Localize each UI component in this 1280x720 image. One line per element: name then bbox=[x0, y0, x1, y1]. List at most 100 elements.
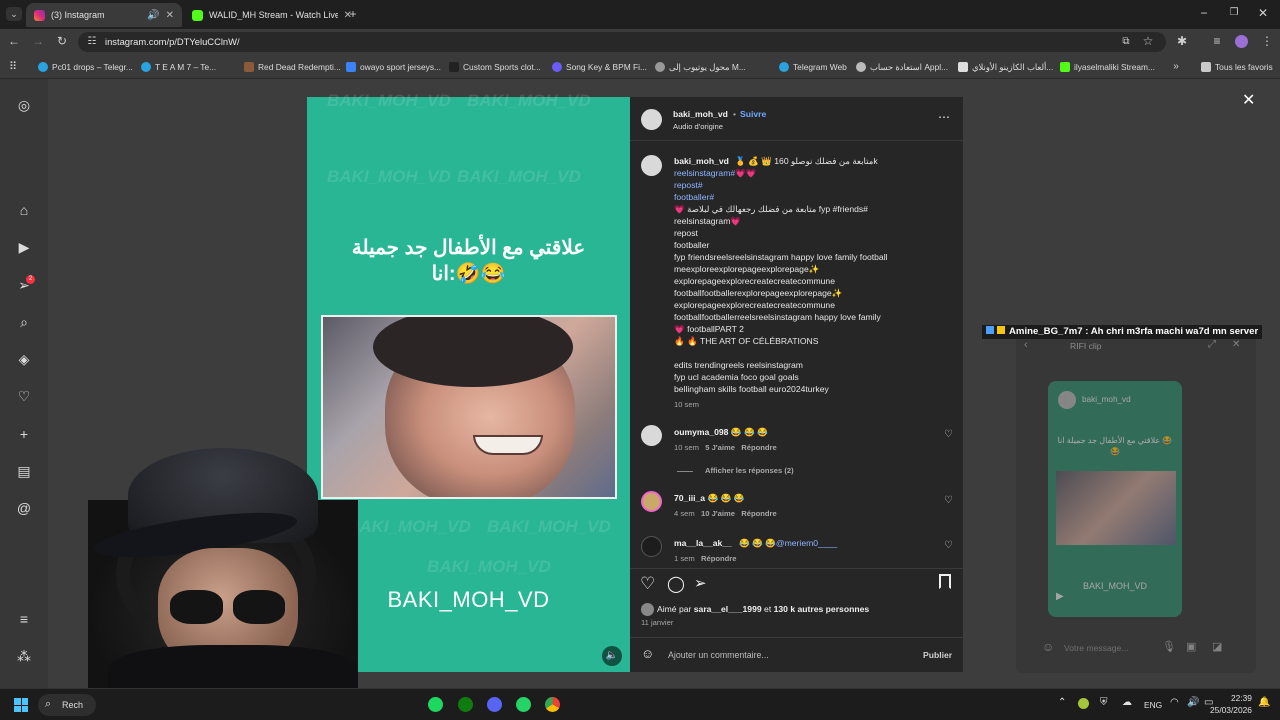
bookmark-item[interactable]: T E A M 7 – Te... bbox=[141, 60, 216, 74]
bookmark-item[interactable]: ألعاب الكازينو الأونلاي... bbox=[958, 60, 1053, 74]
home-icon[interactable]: ⌂ bbox=[15, 201, 33, 219]
comment-like-heart-icon[interactable]: ♡ bbox=[944, 495, 953, 506]
apps-grid-icon[interactable]: ⠿ bbox=[5, 60, 21, 74]
install-app-icon[interactable]: ⧉ bbox=[1118, 35, 1134, 49]
commenter-avatar[interactable] bbox=[641, 491, 662, 512]
shared-reel-card[interactable]: baki_moh_vd علاقتي مع الأطفال جد جميلة ا… bbox=[1048, 381, 1182, 617]
chat-close-icon[interactable]: ✕ bbox=[1232, 339, 1240, 350]
caption-line[interactable]: repost# bbox=[674, 179, 959, 191]
xbox-icon[interactable] bbox=[458, 697, 473, 712]
caption-line[interactable]: reelsinstagram#💗💗 bbox=[674, 167, 959, 179]
wifi-icon[interactable]: ◠ bbox=[1170, 697, 1179, 708]
tab-kick-stream[interactable]: WALID_MH Stream - Watch Live ✕ bbox=[184, 3, 360, 27]
liked-by-user[interactable]: sara__el___1999 bbox=[694, 604, 762, 614]
taskbar-search[interactable]: ⌕ Rech bbox=[38, 694, 96, 716]
follow-button[interactable]: Suivre bbox=[740, 108, 766, 120]
discord-icon[interactable] bbox=[487, 697, 502, 712]
shared-reel-play-icon[interactable]: ▶ bbox=[1056, 591, 1064, 602]
reply-link[interactable]: Répondre bbox=[701, 554, 736, 563]
more-menu-icon[interactable]: ≡ bbox=[15, 610, 33, 628]
reply-link[interactable]: Répondre bbox=[741, 509, 776, 518]
notification-center-icon[interactable]: 🔔 bbox=[1258, 697, 1270, 708]
reload-icon[interactable]: ↻ bbox=[54, 34, 70, 48]
window-close-icon[interactable]: ✕ bbox=[1255, 6, 1271, 20]
publish-button[interactable]: Publier bbox=[923, 649, 952, 661]
like-heart-icon[interactable]: ♡ bbox=[640, 574, 655, 594]
tab-audio-icon[interactable]: 🔊 bbox=[147, 10, 159, 21]
likes-count[interactable]: 130 k autres personnes bbox=[774, 604, 870, 614]
bookmark-item[interactable]: Telegram Web bbox=[779, 60, 847, 74]
comment-like-heart-icon[interactable]: ♡ bbox=[944, 540, 953, 551]
author-username[interactable]: baki_moh_vd bbox=[673, 108, 728, 120]
back-arrow-icon[interactable]: ← bbox=[6, 34, 22, 48]
commenter-avatar[interactable] bbox=[641, 536, 662, 557]
clock-time[interactable]: 22:39 bbox=[1231, 693, 1252, 703]
spotify-icon[interactable] bbox=[428, 697, 443, 712]
comment-like-heart-icon[interactable]: ♡ bbox=[944, 429, 953, 440]
media-controls-icon[interactable]: ≡ bbox=[1209, 34, 1225, 48]
explore-compass-icon[interactable]: ◈ bbox=[15, 350, 33, 368]
instagram-logo-icon[interactable]: ◎ bbox=[15, 96, 33, 114]
more-options-icon[interactable]: ⋯ bbox=[938, 111, 950, 123]
chat-emoji-icon[interactable]: ☺ bbox=[1042, 640, 1054, 654]
mute-toggle-icon[interactable]: 🔈 bbox=[602, 646, 622, 666]
author-avatar[interactable] bbox=[641, 109, 662, 130]
bookmark-item[interactable]: Pc01 drops – Telegr... bbox=[38, 60, 133, 74]
bookmark-item[interactable]: ilyaselmaliki Stream... bbox=[1060, 60, 1155, 74]
commenter-username[interactable]: 70_iii_a bbox=[674, 493, 705, 503]
more-bookmarks-chevron-icon[interactable]: » bbox=[1168, 60, 1184, 74]
tab-list-icon[interactable]: ⌄ bbox=[6, 7, 22, 21]
clock-date[interactable]: 25/03/2026 bbox=[1210, 705, 1252, 715]
bookmark-star-icon[interactable]: ☆ bbox=[1140, 34, 1156, 48]
search-icon[interactable]: ⌕ bbox=[15, 313, 33, 331]
caption-line[interactable]: footballer# bbox=[674, 191, 959, 203]
comment-likes[interactable]: 10 J'aime bbox=[701, 509, 735, 518]
comment-mention[interactable]: @meriem0____ bbox=[776, 538, 837, 548]
caption-author[interactable]: baki_moh_vd bbox=[674, 155, 729, 167]
comment-bubble-icon[interactable]: ◯ bbox=[667, 574, 685, 594]
commenter-username[interactable]: oumyma_098 bbox=[674, 427, 728, 437]
audio-label[interactable]: Audio d'origine bbox=[673, 121, 723, 133]
comment-input[interactable]: Ajouter un commentaire... bbox=[668, 649, 769, 661]
chat-image-icon[interactable]: ▣ bbox=[1186, 640, 1196, 653]
also-from-meta-icon[interactable]: ⁂ bbox=[15, 647, 33, 665]
chat-sticker-icon[interactable]: ◪ bbox=[1212, 640, 1222, 653]
tray-cloud-icon[interactable]: ☁ bbox=[1122, 697, 1132, 708]
caption-author-avatar[interactable] bbox=[641, 155, 662, 176]
tab-instagram[interactable]: (3) Instagram 🔊 ✕ bbox=[26, 3, 182, 27]
chat-expand-icon[interactable]: ⤢ bbox=[1208, 339, 1216, 350]
bookmark-item[interactable]: Song Key & BPM Fi... bbox=[552, 60, 647, 74]
bookmark-item[interactable]: owayo sport jerseys... bbox=[346, 60, 441, 74]
chrome-icon[interactable] bbox=[545, 697, 560, 712]
tray-overflow-chevron-icon[interactable]: ⌃ bbox=[1058, 697, 1066, 708]
whatsapp-icon[interactable] bbox=[516, 697, 531, 712]
create-plus-icon[interactable]: + bbox=[15, 425, 33, 443]
show-replies-link[interactable]: Afficher les réponses (2) bbox=[677, 465, 794, 477]
language-indicator[interactable]: ENG bbox=[1144, 700, 1162, 710]
threads-icon[interactable]: @ bbox=[15, 499, 33, 517]
minimize-icon[interactable]: − bbox=[1196, 6, 1212, 20]
bookmark-item[interactable]: Custom Sports clot... bbox=[449, 60, 541, 74]
extensions-puzzle-icon[interactable]: ✱ bbox=[1174, 34, 1190, 48]
profile-avatar[interactable] bbox=[1235, 35, 1248, 48]
forward-arrow-icon[interactable]: → bbox=[30, 34, 46, 48]
commenter-username[interactable]: ma__la__ak__ bbox=[674, 538, 732, 548]
close-modal-icon[interactable]: ✕ bbox=[1242, 90, 1255, 110]
chat-back-icon[interactable]: ‹ bbox=[1024, 339, 1028, 351]
dashboard-icon[interactable]: ▤ bbox=[15, 462, 33, 480]
all-bookmarks[interactable]: Tous les favoris bbox=[1201, 60, 1273, 74]
volume-icon[interactable]: 🔊 bbox=[1187, 697, 1199, 708]
tray-app-icon[interactable] bbox=[1078, 698, 1089, 709]
browser-menu-icon[interactable]: ⋮ bbox=[1259, 34, 1275, 48]
share-send-icon[interactable]: ➢ bbox=[694, 574, 707, 592]
tray-security-icon[interactable]: ⛨ bbox=[1100, 697, 1108, 708]
site-info-icon[interactable]: ☷ bbox=[84, 35, 100, 49]
windows-start-icon[interactable] bbox=[14, 698, 28, 712]
emoji-picker-icon[interactable]: ☺ bbox=[641, 646, 654, 661]
chat-mic-icon[interactable]: 🎙 bbox=[1162, 640, 1176, 653]
liker-avatar[interactable] bbox=[641, 603, 654, 616]
address-bar[interactable]: ☷ instagram.com/p/DTYeluCClnW/ ⧉ ☆ bbox=[78, 32, 1166, 52]
reels-icon[interactable]: ▶ bbox=[15, 238, 33, 256]
bookmark-item[interactable]: استعادة حساب Appl... bbox=[856, 60, 948, 74]
commenter-avatar[interactable] bbox=[641, 425, 662, 446]
